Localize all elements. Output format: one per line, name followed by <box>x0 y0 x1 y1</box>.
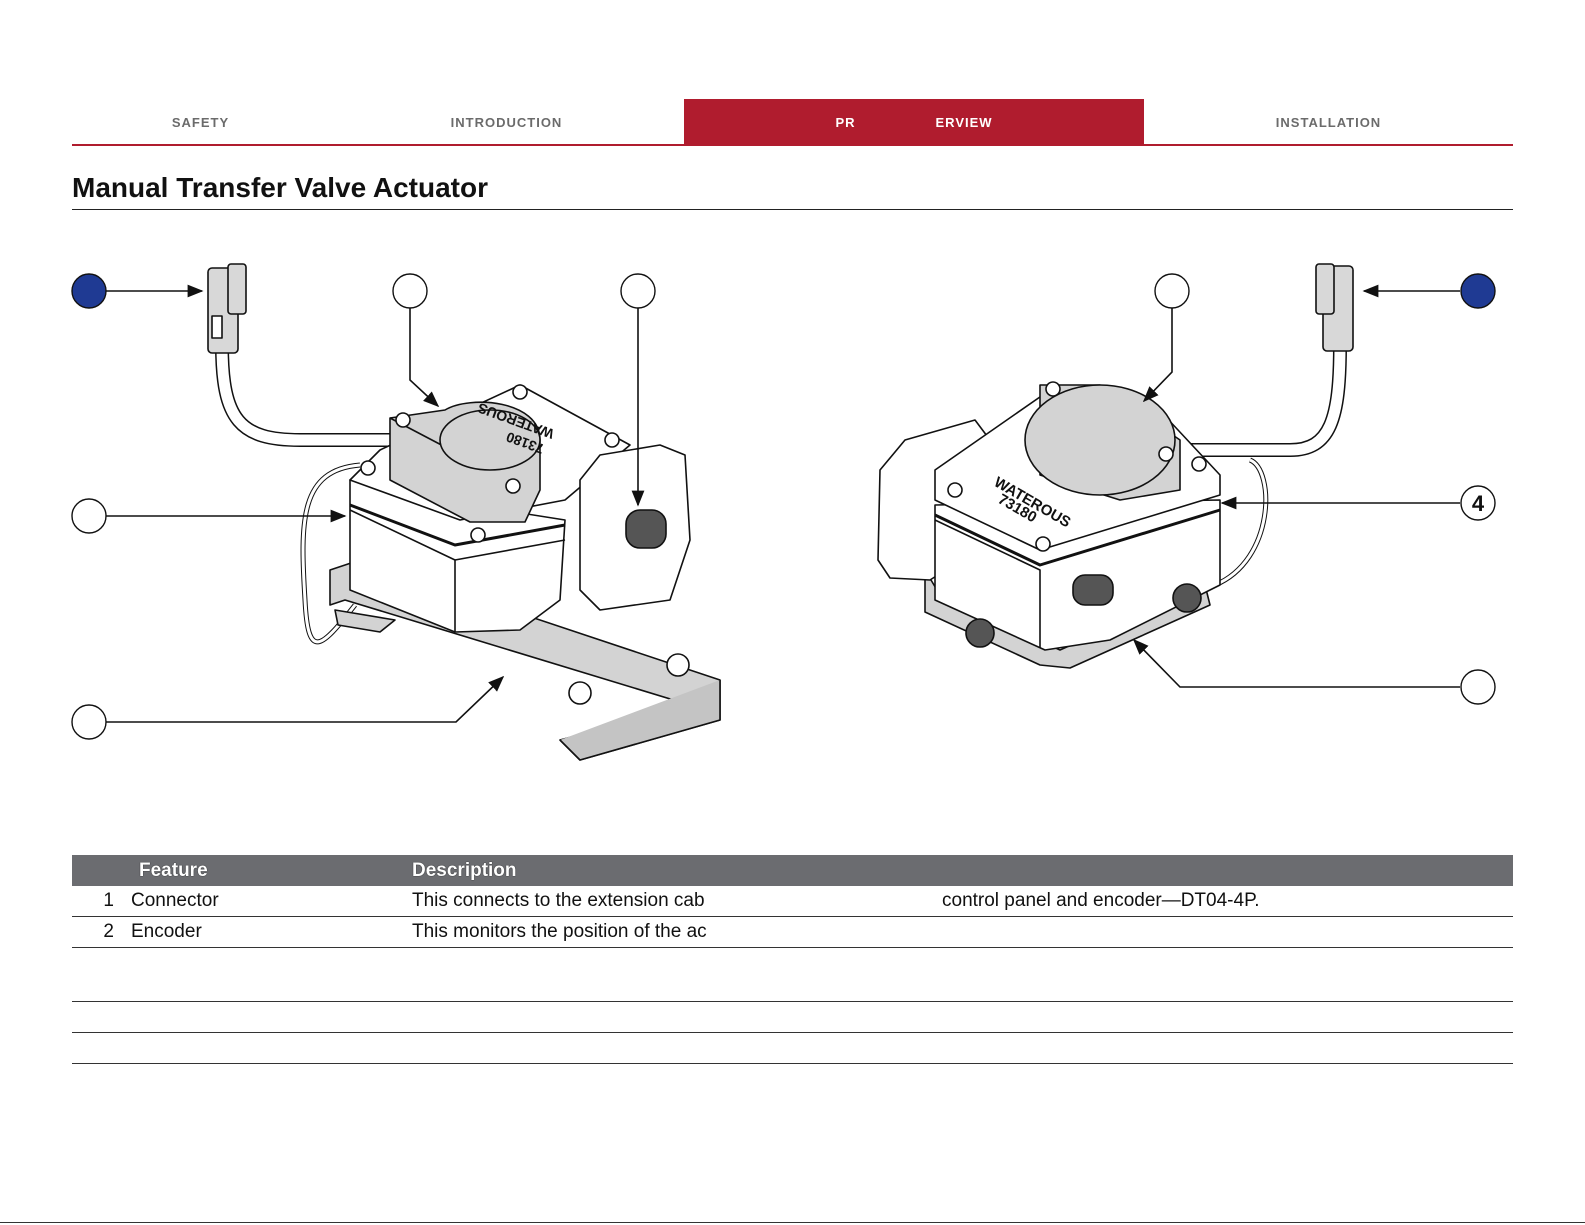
table-row-empty <box>72 948 1513 1002</box>
tab-installation[interactable]: Installation <box>1144 99 1513 144</box>
callout-1-right <box>1460 273 1496 309</box>
connector-left <box>207 263 247 354</box>
row-number: 2 <box>103 921 114 942</box>
row-description: This connects to the extension cab <box>412 890 705 911</box>
callout-housing-left <box>71 498 107 534</box>
feature-table: Feature Description 1 Connector This con… <box>72 855 1513 1064</box>
page-bottom-rule <box>0 1222 1585 1223</box>
callout-encoder-right <box>1154 273 1190 309</box>
actuator-illustration: WATEROUS 73180 WATEROUS 73180 4 <box>71 263 1496 761</box>
title-divider <box>72 209 1513 210</box>
row-description: This monitors the position of the ac <box>412 921 707 942</box>
tab-label: Introduction <box>450 110 563 132</box>
tab-label: Installation <box>1275 110 1382 132</box>
header-description: Description <box>412 859 517 881</box>
header-feature: Feature <box>139 859 208 881</box>
table-header: Feature Description <box>72 855 1513 886</box>
callout-bracket-left <box>71 704 107 740</box>
page-title: Manual Transfer Valve Actuator <box>72 172 488 203</box>
row-feature: Connector <box>131 890 219 911</box>
row-description-cont: control panel and encoder—DT04-4P. <box>942 890 1260 911</box>
row-feature: Encoder <box>131 921 202 942</box>
callout-1-left <box>71 273 107 309</box>
left-actuator-view: WATEROUS 73180 <box>207 263 721 761</box>
tab-product-overview[interactable]: Pr erview <box>684 99 1144 144</box>
callout-bubbles <box>71 273 1496 740</box>
callout-bracket-right <box>1460 669 1496 705</box>
callout-4-label: 4 <box>1472 491 1485 516</box>
right-actuator-view: WATEROUS 73180 <box>877 263 1354 669</box>
table-row: 2 Encoder This monitors the position of … <box>72 917 1513 948</box>
tab-label: Safety <box>171 110 230 132</box>
connector-right <box>1315 263 1354 352</box>
table-row-empty <box>72 1033 1513 1064</box>
tab-introduction[interactable]: Introduction <box>329 99 684 144</box>
table-row-empty <box>72 1002 1513 1033</box>
tab-safety[interactable]: Safety <box>72 99 329 144</box>
section-nav: Safety Introduction Pr erview Installati… <box>72 99 1513 146</box>
callout-encoder-left <box>392 273 428 309</box>
row-number: 1 <box>103 890 114 911</box>
tab-label-start: Pr <box>835 110 856 132</box>
callout-shaft <box>620 273 656 309</box>
table-row: 1 Connector This connects to the extensi… <box>72 886 1513 917</box>
tab-label-end: erview <box>935 110 993 132</box>
